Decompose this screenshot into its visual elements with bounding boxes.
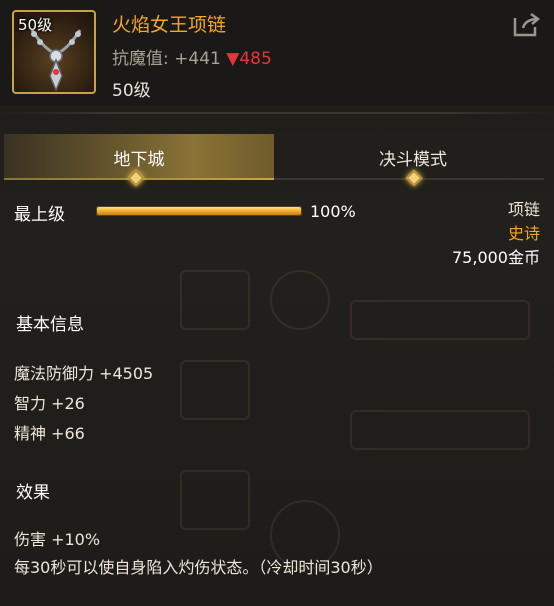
item-icon-frame[interactable]: 50级 [12, 10, 96, 94]
grade-percent: 100% [310, 202, 356, 221]
item-rarity: 史诗 [507, 224, 540, 243]
share-icon [513, 12, 540, 37]
necklace-icon [30, 29, 82, 92]
share-button[interactable] [512, 12, 540, 38]
item-header: 50级 火焰女王项链 抗魔值: +441 ▼485 50级 [0, 0, 554, 106]
header-divider [0, 112, 554, 114]
stat-label: 抗魔值: [112, 49, 169, 69]
basic-stat-line: 魔法防御力 +4505 [14, 364, 154, 383]
item-price: 75,000金币 [452, 248, 540, 267]
grade-progress-bar [96, 206, 302, 216]
effect-line: 伤害 +10% [14, 530, 101, 549]
basic-info-title: 基本信息 [16, 315, 84, 335]
grade-label: 最上级 [14, 205, 65, 225]
item-meta: 项链 史诗 75,000金币 [452, 198, 540, 270]
stat-compare: ▼485 [226, 49, 272, 69]
grade-progress-fill [97, 207, 301, 215]
mode-tabs: 地下城 决斗模式 [0, 134, 554, 184]
item-stat-line: 抗魔值: +441 ▼485 [112, 44, 272, 69]
basic-stat-line: 智力 +26 [14, 394, 85, 413]
item-type: 项链 [507, 200, 540, 219]
effect-title: 效果 [16, 483, 50, 503]
item-tooltip-panel: 50级 火焰女王项链 抗魔值: +441 ▼485 50级 地下城 决斗模式 最… [0, 0, 554, 606]
effect-line: 每30秒可以使自身陷入灼伤状态。（冷却时间30秒） [14, 558, 383, 577]
stat-value: +441 [174, 49, 221, 69]
item-level: 50级 [112, 81, 151, 101]
tab-underline [4, 178, 544, 180]
basic-stat-line: 精神 +66 [14, 424, 85, 443]
item-name: 火焰女王项链 [112, 14, 227, 36]
